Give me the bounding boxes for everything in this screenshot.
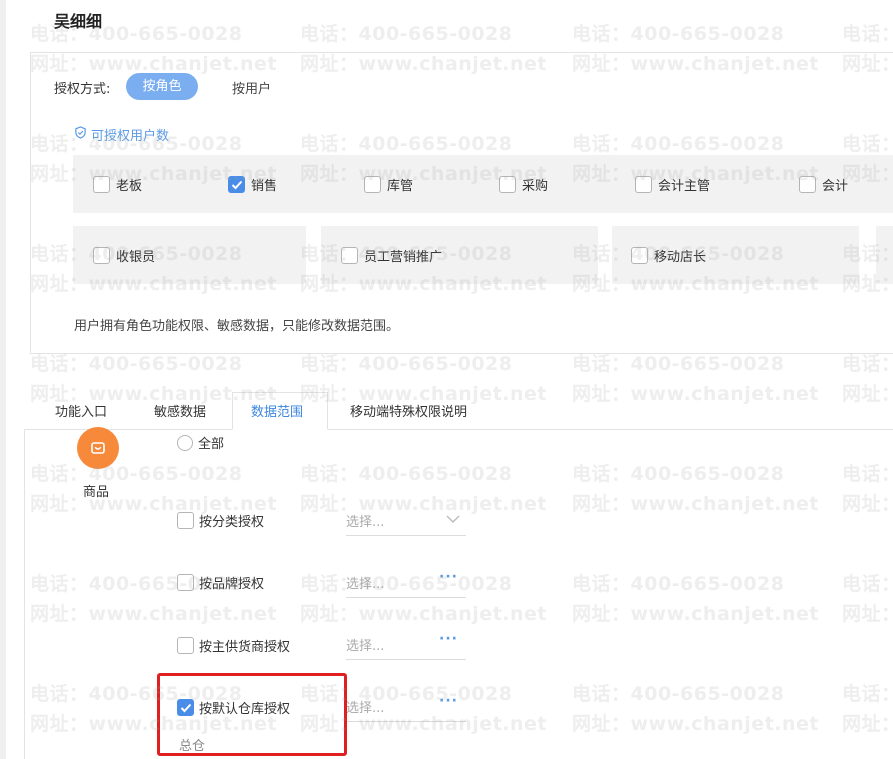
user-count-label: 可授权用户数 xyxy=(91,129,170,144)
by-role-button[interactable]: 按角色 xyxy=(126,73,198,100)
default-warehouse-select[interactable]: 选择... ··· xyxy=(346,693,466,722)
auth-mode-label: 授权方式: xyxy=(54,82,111,97)
main-supplier-select[interactable]: 选择... ··· xyxy=(346,631,466,660)
by-brand-checkbox[interactable]: 按品牌授权 xyxy=(177,573,264,592)
checkbox[interactable] xyxy=(93,247,110,264)
checkbox[interactable] xyxy=(631,247,648,264)
tab-mobile-special-permissions[interactable]: 移动端特殊权限说明 xyxy=(350,401,467,420)
role-checkbox-accountant[interactable]: 会计 xyxy=(799,175,848,194)
tab-function-entry[interactable]: 功能入口 xyxy=(55,401,107,420)
more-dots-icon[interactable]: ··· xyxy=(439,631,458,647)
checkbox[interactable] xyxy=(799,176,816,193)
checkbox[interactable] xyxy=(177,574,194,591)
role-checkbox-employee-marketing[interactable]: 员工营销推广 xyxy=(341,246,442,265)
brand-select[interactable]: 选择... ··· xyxy=(346,569,466,598)
by-category-checkbox[interactable]: 按分类授权 xyxy=(177,511,264,530)
role-checkbox-boss[interactable]: 老板 xyxy=(93,175,142,194)
radio-circle[interactable] xyxy=(177,434,193,451)
more-dots-icon[interactable]: ··· xyxy=(439,569,458,585)
checkbox[interactable] xyxy=(499,176,516,193)
goods-label: 商品 xyxy=(83,485,110,500)
checkbox[interactable] xyxy=(364,176,381,193)
tab-data-scope[interactable]: 数据范围 xyxy=(251,401,303,420)
checkbox[interactable] xyxy=(341,247,358,264)
checkbox[interactable] xyxy=(93,176,110,193)
checkbox[interactable] xyxy=(177,637,194,654)
scope-all-radio[interactable]: 全部 xyxy=(177,433,224,452)
checkbox[interactable] xyxy=(635,176,652,193)
tab-sensitive-data[interactable]: 敏感数据 xyxy=(154,401,206,420)
page-title: 吴细细 xyxy=(54,12,103,31)
role-checkbox-cashier[interactable]: 收银员 xyxy=(93,246,155,265)
checkbox[interactable] xyxy=(177,512,194,529)
role-checkbox-warehouse[interactable]: 库管 xyxy=(364,175,413,194)
role-checkbox-sales[interactable]: 销售 xyxy=(228,175,277,194)
more-dots-icon[interactable]: ··· xyxy=(439,693,458,709)
goods-icon[interactable] xyxy=(77,427,119,469)
by-user-button[interactable]: 按用户 xyxy=(232,78,271,97)
chevron-down-icon xyxy=(446,513,460,528)
role-row-2-cell xyxy=(876,226,893,284)
authorizable-user-count-link[interactable]: 可授权用户数 xyxy=(74,125,169,144)
highlight-box xyxy=(157,673,347,756)
left-edge-strip xyxy=(0,0,6,759)
role-row-1 xyxy=(73,155,893,213)
role-checkbox-purchasing[interactable]: 采购 xyxy=(499,175,548,194)
content-left-border xyxy=(24,429,25,759)
category-select[interactable]: 选择... xyxy=(346,511,466,536)
role-checkbox-chief-accountant[interactable]: 会计主管 xyxy=(635,175,710,194)
shield-check-icon xyxy=(74,126,87,143)
by-main-supplier-checkbox[interactable]: 按主供货商授权 xyxy=(177,636,290,655)
tabs-divider xyxy=(24,429,893,430)
role-note: 用户拥有角色功能权限、敏感数据，只能修改数据范围。 xyxy=(74,319,400,334)
checkbox-checked[interactable] xyxy=(228,176,245,193)
role-checkbox-mobile-store-manager[interactable]: 移动店长 xyxy=(631,246,706,265)
